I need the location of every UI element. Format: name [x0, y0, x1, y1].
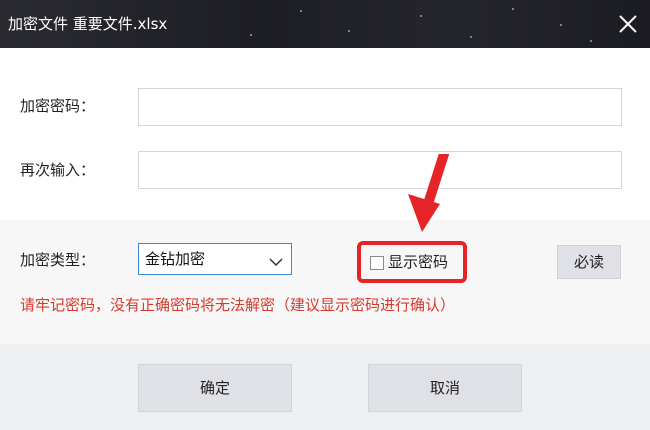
show-password-checkbox[interactable]: [370, 256, 384, 270]
annotation-arrow: [400, 149, 450, 238]
confirm-label: 再次输入：: [20, 161, 96, 179]
encryption-type-select[interactable]: 金钻加密: [138, 243, 292, 275]
must-read-button[interactable]: 必读: [557, 245, 621, 279]
options-panel: [0, 220, 650, 344]
show-password-label[interactable]: 显示密码: [388, 252, 448, 272]
close-icon: [612, 8, 644, 40]
title-bar: 加密文件 重要文件.xlsx: [0, 0, 650, 48]
cancel-button[interactable]: 取消: [368, 364, 522, 412]
warning-text: 请牢记密码，没有正确密码将无法解密（建议显示密码进行确认）: [20, 296, 456, 314]
encryption-type-label: 加密类型：: [20, 251, 96, 269]
chevron-down-icon: [269, 253, 283, 272]
encryption-type-value: 金钻加密: [145, 250, 206, 268]
ok-button[interactable]: 确定: [138, 364, 292, 412]
action-panel: [0, 344, 650, 430]
confirm-password-input[interactable]: [138, 151, 622, 189]
close-button[interactable]: [612, 8, 644, 40]
password-panel: [0, 48, 650, 220]
window-title: 加密文件 重要文件.xlsx: [8, 15, 168, 33]
password-label: 加密密码：: [20, 97, 96, 115]
password-input[interactable]: [138, 88, 622, 126]
